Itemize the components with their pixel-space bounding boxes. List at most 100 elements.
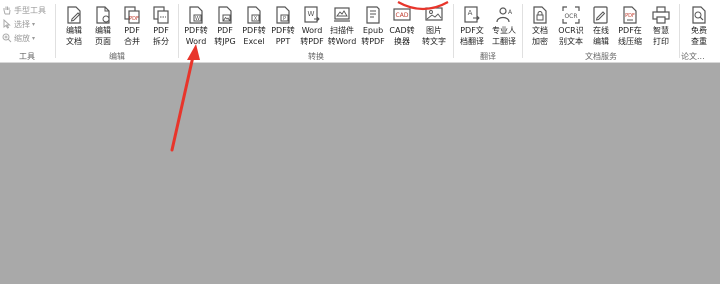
btn-label-line2: 拆分 xyxy=(153,37,169,46)
pdf-to-word-button[interactable]: W PDF转 Word xyxy=(181,5,211,51)
svg-text:P: P xyxy=(283,16,286,22)
epub-to-pdf-button[interactable]: Epub 转PDF xyxy=(358,5,388,51)
doc-service-group: 文档 加密 OCR OCR识 别文本 在线 编辑 PDF PDF在 线压缩 智慧… xyxy=(524,0,678,63)
pdf-merge-button[interactable]: PDF PDF 合并 xyxy=(117,5,147,51)
btn-label-line2: 转JPG xyxy=(214,37,236,46)
human-translate-button[interactable]: A 专业人 工翻译 xyxy=(489,5,519,51)
btn-label-line1: 文档 xyxy=(532,26,548,35)
svg-text:A: A xyxy=(508,9,513,16)
pdf-to-excel-icon: X xyxy=(247,6,261,24)
btn-label-line1: 在线 xyxy=(593,26,609,35)
toolbar-ribbon: 手型工具 选择 ▾ 缩放 ▾ 工具 编辑 文档 编辑 页面 PDF PDF 合并… xyxy=(0,0,720,63)
group-label: 转换 xyxy=(308,52,324,61)
pdf-translate-button[interactable]: A PDF文 档翻译 xyxy=(457,5,487,51)
edit-group: 编辑 文档 编辑 页面 PDF PDF 合并 PDF 拆分 编辑 xyxy=(57,0,177,63)
smart-print-button[interactable]: 智慧 打印 xyxy=(646,5,676,51)
btn-label-line1: CAD转 xyxy=(389,26,415,35)
red-arrow-annotation xyxy=(170,50,196,152)
select-tool-label: 选择 xyxy=(14,19,30,29)
group-label: 工具 xyxy=(19,52,35,61)
online-compress-button[interactable]: PDF PDF在 线压缩 xyxy=(615,5,645,51)
pdf-to-jpg-button[interactable]: PDF 转JPG xyxy=(210,5,240,51)
edit-page-button[interactable]: 编辑 页面 xyxy=(88,5,118,51)
pdf-to-ppt-button[interactable]: P PDF转 PPT xyxy=(268,5,298,51)
pdf-split-button[interactable]: PDF 拆分 xyxy=(146,5,176,51)
edit-document-button[interactable]: 编辑 文档 xyxy=(59,5,89,51)
btn-label-line1: PDF文 xyxy=(460,26,484,35)
word-to-pdf-icon: W xyxy=(304,6,320,23)
btn-label-line1: PDF xyxy=(153,26,169,35)
plagiarism-check-button[interactable]: 免费 查重 xyxy=(684,5,714,51)
cad-converter-button[interactable]: CAD CAD转 换器 xyxy=(387,5,417,51)
group-divider xyxy=(55,4,56,58)
group-divider xyxy=(453,4,454,58)
hand-tool[interactable]: 手型工具 xyxy=(2,4,46,16)
pdf-to-ppt-icon: P xyxy=(276,6,290,24)
translate-icon: A xyxy=(464,6,480,23)
hand-icon xyxy=(2,5,12,15)
pdf-to-excel-button[interactable]: X PDF转 Excel xyxy=(239,5,269,51)
btn-label-line2: PPT xyxy=(275,37,291,46)
btn-label-line1: 扫描件 xyxy=(330,26,354,35)
btn-label-line2: Word xyxy=(185,37,207,46)
ocr-icon: OCR xyxy=(562,6,580,24)
group-divider xyxy=(178,4,179,58)
encrypt-button[interactable]: 文档 加密 xyxy=(525,5,555,51)
scanner-icon xyxy=(334,7,350,22)
btn-label-line1: PDF xyxy=(217,26,233,35)
btn-label-line2: 转PDF xyxy=(361,37,385,46)
btn-label-line1: 图片 xyxy=(426,26,442,35)
cursor-icon xyxy=(2,18,12,29)
btn-label-line1: 编辑 xyxy=(95,26,111,35)
group-label: 论文... xyxy=(681,52,705,61)
image-to-text-button[interactable]: 图片 转文字 xyxy=(419,5,449,51)
btn-label-line2: 线压缩 xyxy=(618,37,642,46)
btn-label-line2: 打印 xyxy=(653,37,669,46)
btn-label-line1: Epub xyxy=(362,26,384,35)
group-divider xyxy=(679,4,680,58)
paper-group: 免费 查重 论文... xyxy=(681,0,720,63)
word-to-pdf-button[interactable]: W Word 转PDF xyxy=(297,5,327,51)
btn-label-line1: PDF转 xyxy=(271,26,295,35)
group-label: 翻译 xyxy=(480,52,496,61)
btn-label-line2: 页面 xyxy=(95,37,111,46)
group-label: 文档服务 xyxy=(585,52,617,61)
svg-text:CAD: CAD xyxy=(396,12,409,19)
btn-label-line2: 编辑 xyxy=(593,37,609,46)
group-divider xyxy=(522,4,523,58)
select-tool[interactable]: 选择 ▾ xyxy=(2,18,35,30)
chevron-down-icon: ▾ xyxy=(32,34,36,42)
btn-label-line2: 转文字 xyxy=(422,37,446,46)
btn-label-line2: 工翻译 xyxy=(492,37,516,46)
cad-icon: CAD xyxy=(393,8,411,21)
plagiarism-check-icon xyxy=(692,6,706,24)
btn-label-line1: 专业人 xyxy=(492,26,516,35)
btn-label-line1: Word xyxy=(301,26,323,35)
hand-tool-label: 手型工具 xyxy=(14,5,46,15)
translate-group: A PDF文 档翻译 A 专业人 工翻译 翻译 xyxy=(455,0,521,63)
btn-label-line2: 加密 xyxy=(532,37,548,46)
svg-text:PDF: PDF xyxy=(625,13,635,19)
online-edit-icon xyxy=(593,6,608,24)
edit-document-icon xyxy=(67,6,81,24)
btn-label-line2: Excel xyxy=(243,37,265,46)
person-translate-icon: A xyxy=(496,7,513,23)
compress-icon: PDF xyxy=(623,6,637,24)
svg-text:A: A xyxy=(468,9,473,17)
btn-label-line1: PDF转 xyxy=(184,26,208,35)
epub-icon xyxy=(366,6,380,24)
svg-text:PDF: PDF xyxy=(129,16,139,22)
pdf-merge-icon: PDF xyxy=(124,6,140,24)
btn-label-line2: 合并 xyxy=(124,37,140,46)
convert-group: W PDF转 Word PDF 转JPG X PDF转 Excel P PDF转… xyxy=(180,0,452,63)
btn-label-line1: 智慧 xyxy=(653,26,669,35)
scan-to-word-button[interactable]: 扫描件 转Word xyxy=(327,5,357,51)
ocr-button[interactable]: OCR OCR识 别文本 xyxy=(556,5,586,51)
btn-label-line2: 查重 xyxy=(691,37,707,46)
online-edit-button[interactable]: 在线 编辑 xyxy=(586,5,616,51)
btn-label-line1: 免费 xyxy=(691,26,707,35)
zoom-tool[interactable]: 缩放 ▾ xyxy=(2,32,35,44)
group-label: 编辑 xyxy=(109,52,125,61)
lock-document-icon xyxy=(533,6,547,24)
chevron-down-icon: ▾ xyxy=(32,20,36,28)
